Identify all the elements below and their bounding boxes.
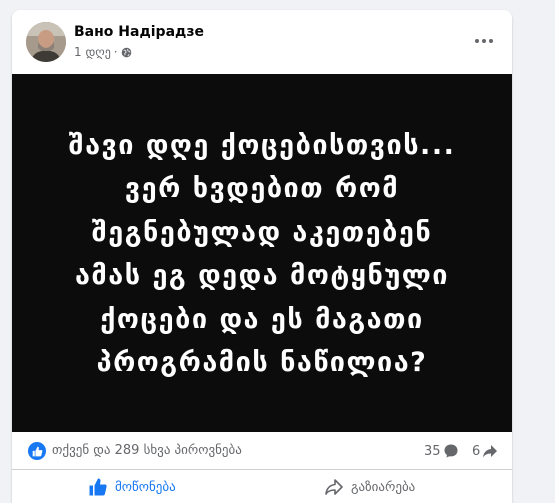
reactions-summary[interactable]: თქვენ და 289 სხვა პიროვნება — [52, 443, 242, 458]
meta-separator: · — [113, 45, 118, 59]
more-options-button[interactable] — [470, 30, 498, 52]
author-avatar[interactable] — [26, 22, 66, 62]
post-actions: მოწონება გაზიარება — [12, 470, 512, 503]
share-button[interactable]: გაზიარება — [324, 472, 415, 502]
comments-count-value: 35 — [424, 443, 441, 459]
post-header: Вано Надірадзе 1 დღე · — [12, 10, 512, 74]
post-stats: თქვენ და 289 სხვა პიროვნება 35 6 — [12, 432, 512, 470]
post-time[interactable]: 1 დღე — [74, 45, 111, 59]
post-meta: 1 დღე · — [74, 45, 132, 59]
post-card: Вано Надірадзе 1 დღე · შავი დღე ქოცებისთ… — [12, 10, 512, 503]
comments-count[interactable]: 35 — [424, 443, 459, 459]
share-icon — [483, 445, 498, 458]
like-button-label: მოწონება — [115, 479, 176, 495]
comment-icon — [444, 444, 458, 458]
post-image-text: შავი დღე ქოცებისთვის... ვერ ხვდებით რომ … — [68, 129, 456, 379]
like-reaction-icon[interactable] — [28, 442, 46, 460]
more-options-icon — [475, 39, 479, 43]
thumbs-up-icon — [89, 478, 107, 496]
avatar-photo — [26, 22, 66, 62]
shares-count[interactable]: 6 — [472, 443, 498, 459]
share-button-label: გაზიარება — [351, 479, 416, 495]
shares-count-value: 6 — [472, 443, 481, 459]
like-button[interactable]: მოწონება — [88, 472, 176, 502]
globe-icon — [121, 47, 131, 57]
post-image[interactable]: შავი დღე ქოცებისთვის... ვერ ხვდებით რომ … — [12, 74, 512, 432]
share-arrow-icon — [325, 479, 343, 495]
author-name[interactable]: Вано Надірадзе — [74, 24, 204, 40]
